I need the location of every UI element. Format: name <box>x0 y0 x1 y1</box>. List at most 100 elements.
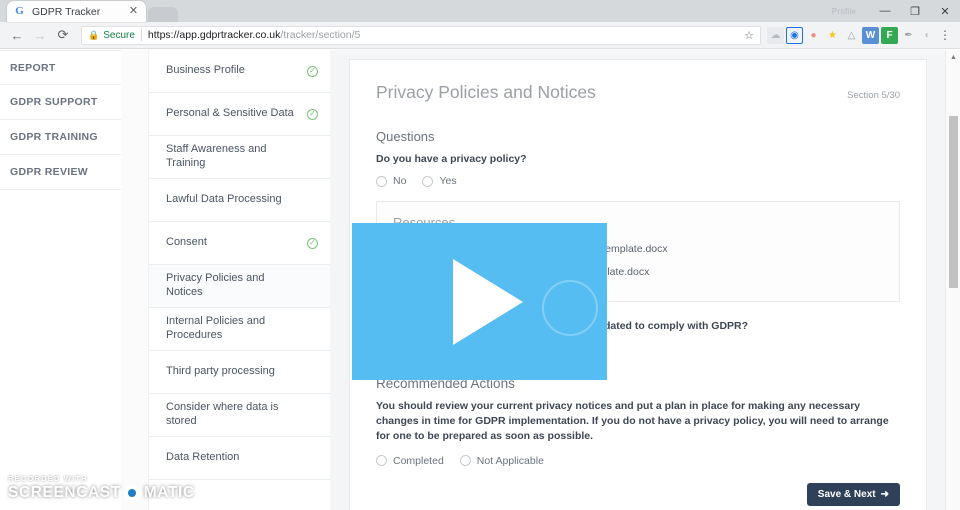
questions-heading: Questions <box>376 129 900 144</box>
section-item-consent[interactable]: Consent ✓ <box>149 222 330 265</box>
play-icon[interactable] <box>453 259 523 345</box>
sidebar-item-gdpr-support[interactable]: GDPR SUPPORT <box>0 85 121 120</box>
section-item-staff-awareness-and-training[interactable]: Staff Awareness and Training <box>149 136 330 179</box>
radio-button[interactable] <box>376 455 387 466</box>
card-header: Privacy Policies and Notices Section 5/3… <box>376 82 900 103</box>
complete-check-icon: ✓ <box>307 109 318 120</box>
section-item-label: Consider where data is stored <box>166 401 307 429</box>
section-item-label: Third party processing <box>166 365 281 379</box>
sidebar-item-gdpr-training[interactable]: GDPR TRAINING <box>0 120 121 155</box>
section-counter: Section 5/30 <box>847 90 900 101</box>
radio-option-completed[interactable]: Completed <box>376 455 444 467</box>
section-item-lawful-data-processing[interactable]: Lawful Data Processing <box>149 179 330 222</box>
browser-menu-icon[interactable]: ⋮ <box>936 30 954 40</box>
section-item-label: Privacy Policies and Notices <box>166 272 307 300</box>
minimize-icon[interactable]: — <box>870 0 900 22</box>
section-item-personal-sensitive-data[interactable]: Personal & Sensitive Data ✓ <box>149 93 330 136</box>
lock-icon: 🔒 <box>88 30 99 41</box>
url-domain: https://app.gdprtracker.co.uk <box>148 29 281 41</box>
f-extension-icon[interactable]: F <box>881 27 898 44</box>
question-1-options: No Yes <box>376 175 900 187</box>
radio-option-not-applicable[interactable]: Not Applicable <box>460 455 544 467</box>
section-item-business-profile[interactable]: Business Profile ✓ <box>149 50 330 93</box>
radio-label: Yes <box>439 175 456 187</box>
close-icon[interactable]: ✕ <box>127 5 140 18</box>
browser-window: G GDPR Tracker ✕ Profile — ❐ ✕ ← → ⟳ 🔒 S… <box>0 0 960 510</box>
extension-bar: ☁ ◉ ● ★ △ W F ✒ ◐ <box>767 27 936 44</box>
section-item-internal-policies-and-procedures[interactable]: Internal Policies and Procedures <box>149 308 330 351</box>
video-play-overlay[interactable] <box>352 223 607 380</box>
section-item-label: Staff Awareness and Training <box>166 143 307 171</box>
cursor-ring-icon <box>542 280 598 336</box>
section-item-label: Consent <box>166 236 213 250</box>
back-icon[interactable]: ← <box>6 24 28 46</box>
secure-label: Secure <box>103 30 135 41</box>
sidebar-item-label: GDPR REVIEW <box>10 166 88 178</box>
sidebar-item-label: GDPR SUPPORT <box>10 96 98 108</box>
url-text: https://app.gdprtracker.co.uk/tracker/se… <box>148 29 360 41</box>
forward-icon[interactable]: → <box>29 24 51 46</box>
complete-check-icon: ✓ <box>307 66 318 77</box>
left-nav: REPORT GDPR SUPPORT GDPR TRAINING GDPR R… <box>0 50 121 510</box>
recommended-actions-body: You should review your current privacy n… <box>376 399 900 445</box>
section-item-consider-where-data-is-stored[interactable]: Consider where data is stored <box>149 394 330 437</box>
address-bar[interactable]: 🔒 Secure https://app.gdprtracker.co.uk/t… <box>81 26 761 45</box>
red-circle-extension-icon[interactable]: ● <box>805 27 822 44</box>
radio-button[interactable] <box>422 176 433 187</box>
radio-label: No <box>393 175 406 187</box>
radio-button[interactable] <box>460 455 471 466</box>
section-item-label: Internal Policies and Procedures <box>166 315 307 343</box>
window-controls: Profile — ❐ ✕ <box>832 0 960 22</box>
star-extension-icon[interactable]: ★ <box>824 27 841 44</box>
complete-check-icon: ✓ <box>307 238 318 249</box>
save-bar: Save & Next ➜ <box>376 483 900 506</box>
nav-gutter <box>121 50 149 510</box>
triangle-extension-icon[interactable]: △ <box>843 27 860 44</box>
section-list: Business Profile ✓ Personal & Sensitive … <box>149 50 330 510</box>
scroll-up-icon[interactable]: ▲ <box>946 50 960 65</box>
url-path: /tracker/section/5 <box>280 29 360 41</box>
sidebar-item-label: GDPR TRAINING <box>10 131 98 143</box>
recommended-actions-options: Completed Not Applicable <box>376 455 900 467</box>
arrow-right-icon: ➜ <box>881 489 889 500</box>
page-scrollbar[interactable]: ▲ <box>945 50 960 510</box>
sidebar-item-gdpr-review[interactable]: GDPR REVIEW <box>0 155 121 190</box>
sidebar-item-report[interactable]: REPORT <box>0 50 121 85</box>
question-1-text: Do you have a privacy policy? <box>376 153 900 165</box>
page-viewport: REPORT GDPR SUPPORT GDPR TRAINING GDPR R… <box>0 50 960 510</box>
window-close-icon[interactable]: ✕ <box>930 0 960 22</box>
page-title: Privacy Policies and Notices <box>376 82 596 103</box>
sidebar-item-label: REPORT <box>10 62 56 74</box>
bookmark-star-icon[interactable]: ☆ <box>744 29 754 42</box>
wordpress-extension-icon[interactable]: W <box>862 27 879 44</box>
save-and-next-button[interactable]: Save & Next ➜ <box>807 483 900 506</box>
section-item-label: Lawful Data Processing <box>166 193 288 207</box>
radio-label: Completed <box>393 455 444 467</box>
section-item-data-retention[interactable]: Data Retention <box>149 437 330 480</box>
browser-toolbar: ← → ⟳ 🔒 Secure https://app.gdprtracker.c… <box>0 22 960 49</box>
maximize-icon[interactable]: ❐ <box>900 0 930 22</box>
radio-option-yes[interactable]: Yes <box>422 175 456 187</box>
feather-extension-icon[interactable]: ✒ <box>900 27 917 44</box>
tab-strip: G GDPR Tracker ✕ Profile — ❐ ✕ <box>0 0 960 22</box>
section-item-label: Personal & Sensitive Data <box>166 107 300 121</box>
radio-label: Not Applicable <box>477 455 544 467</box>
divider <box>141 29 142 41</box>
tab-favicon-icon: G <box>13 5 26 18</box>
compass-extension-icon[interactable]: ◉ <box>786 27 803 44</box>
new-tab-button[interactable] <box>148 7 178 22</box>
reload-icon[interactable]: ⟳ <box>52 24 74 46</box>
gray-circle-extension-icon[interactable]: ◐ <box>919 27 936 44</box>
radio-button[interactable] <box>376 176 387 187</box>
section-item-third-party-processing[interactable]: Third party processing <box>149 351 330 394</box>
scrollbar-thumb[interactable] <box>949 116 958 288</box>
section-item-privacy-policies-and-notices[interactable]: Privacy Policies and Notices <box>149 265 330 308</box>
profile-label[interactable]: Profile <box>832 7 856 16</box>
cloud-extension-icon[interactable]: ☁ <box>767 27 784 44</box>
section-item-label: Data Retention <box>166 451 245 465</box>
browser-tab-gdpr-tracker[interactable]: G GDPR Tracker ✕ <box>7 1 146 22</box>
save-button-label: Save & Next <box>818 489 876 500</box>
tab-title: GDPR Tracker <box>32 6 127 18</box>
section-item-label: Business Profile <box>166 64 251 78</box>
radio-option-no[interactable]: No <box>376 175 406 187</box>
